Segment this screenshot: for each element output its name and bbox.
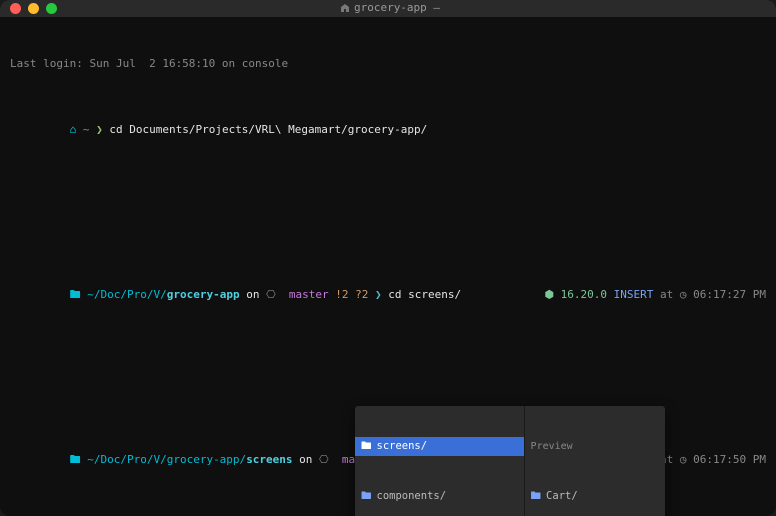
clock-icon: ◷ [680, 453, 687, 466]
preview-header: Preview [525, 437, 665, 456]
folder-icon: 🖿 [361, 439, 372, 455]
clock-icon: ◷ [680, 288, 687, 301]
terminal[interactable]: Last login: Sun Jul 2 16:58:10 on consol… [0, 17, 776, 516]
node-icon: ⬢ [544, 288, 554, 301]
titlebar: grocery-app — [0, 0, 776, 17]
command: cd screens/ [388, 288, 461, 301]
preview-item: 🖿Cart/ [525, 488, 665, 507]
folder-icon: 🖿 [361, 489, 372, 505]
folder-icon: 🖿 [531, 489, 542, 505]
window-title: grocery-app — [14, 0, 766, 17]
folder-icon: 🖿 [70, 453, 81, 466]
github-icon: ⎔ [266, 288, 276, 301]
home-icon: ⌂ [70, 123, 77, 136]
folder-icon: 🖿 [70, 288, 81, 301]
last-login: Last login: Sun Jul 2 16:58:10 on consol… [10, 56, 766, 73]
command: cd Documents/Projects/VRL\ Megamart/groc… [109, 123, 427, 136]
github-icon: ⎔ [319, 453, 329, 466]
completion-popup[interactable]: 🖿screens/ 🖿components/ ⌂~ 🖿assets/ 🖿cust… [355, 406, 665, 516]
completion-item[interactable]: 🖿components/ [355, 487, 524, 506]
completion-item[interactable]: 🖿screens/ [355, 437, 524, 456]
